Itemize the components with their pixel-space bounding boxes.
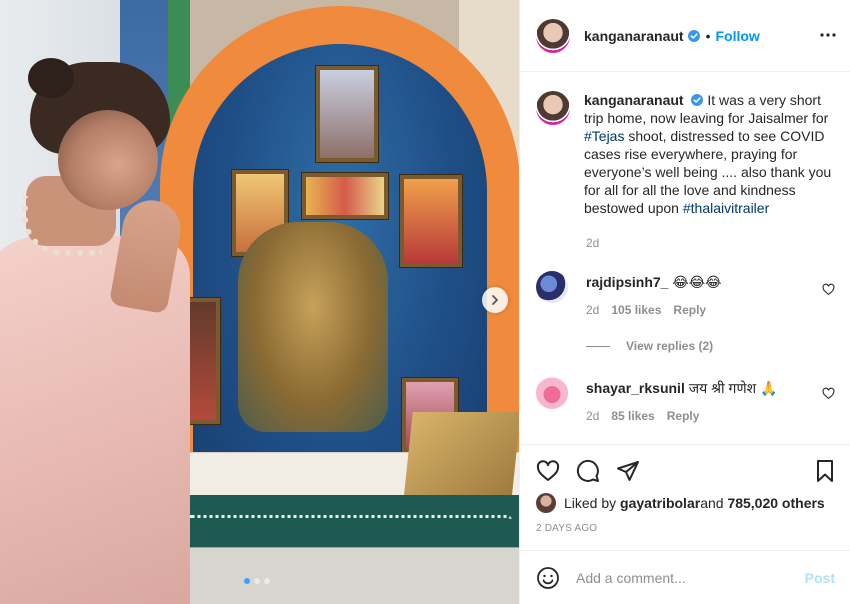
comment-username[interactable]: rajdipsinh7_ [586, 274, 668, 290]
comment-username[interactable]: shayar_rksunil [586, 380, 685, 396]
comment-icon[interactable] [576, 459, 600, 483]
post-comment-button[interactable]: Post [805, 570, 835, 586]
paper-plane-icon[interactable] [616, 459, 640, 483]
comment-item: rajdipsinh7_ 😂😂😂 2d 105 likes Reply [536, 271, 721, 317]
caption-timestamp[interactable]: 2d [586, 236, 599, 250]
comment-timestamp[interactable]: 2d [586, 303, 599, 317]
caption-text: kanganaranaut It was a very short trip h… [584, 91, 836, 217]
comment-like-heart-icon[interactable] [822, 387, 835, 400]
comment-likes[interactable]: 105 likes [611, 303, 661, 317]
comment-like-heart-icon[interactable] [822, 283, 835, 296]
add-comment-bar: Post [520, 550, 850, 604]
next-slide-button[interactable] [482, 287, 508, 313]
comment-item: shayar_rksunil जय श्री गणेश 🙏 2d 85 like… [536, 377, 777, 423]
comment-timestamp[interactable]: 2d [586, 409, 599, 423]
likes-count[interactable]: 785,020 others [727, 495, 824, 511]
post-photo[interactable] [0, 0, 519, 604]
likes-and: and [700, 495, 724, 511]
post-date[interactable]: 2 DAYS AGO [536, 523, 597, 534]
caption-username[interactable]: kanganaranaut [584, 92, 684, 108]
post-caption: kanganaranaut It was a very short trip h… [536, 91, 836, 217]
liker-username[interactable]: gayatribolar [620, 495, 700, 511]
avatar[interactable] [536, 377, 568, 409]
view-replies-label: View replies (2) [626, 339, 714, 353]
hashtag-link[interactable]: #Tejas [584, 128, 624, 144]
reply-button[interactable]: Reply [667, 409, 700, 423]
post-header: kanganaranaut • Follow [520, 0, 850, 72]
replies-divider [586, 345, 610, 347]
avatar[interactable] [536, 271, 568, 303]
likes-prefix: Liked by [564, 495, 617, 511]
author-username[interactable]: kanganaranaut [584, 28, 684, 44]
post-side-panel: kanganaranaut • Follow kanganaranaut It … [519, 0, 850, 604]
reply-button[interactable]: Reply [673, 303, 706, 317]
verified-badge-icon [687, 29, 700, 42]
liker-avatar[interactable] [536, 493, 556, 513]
follow-button[interactable]: Follow [716, 28, 760, 44]
separator-dot: • [705, 27, 711, 44]
photo-scene [0, 0, 519, 604]
avatar[interactable] [536, 91, 570, 125]
comment-input[interactable] [576, 569, 805, 586]
post-actions: Liked by gayatribolar and 785,020 others… [520, 444, 850, 550]
carousel-indicator [244, 578, 270, 584]
comment-text: 😂😂😂 [672, 274, 722, 290]
verified-badge-icon [691, 94, 704, 106]
carousel-dot [264, 578, 270, 584]
more-options-icon[interactable] [819, 26, 837, 44]
comment-text: जय श्री गणेश 🙏 [688, 380, 778, 396]
comments-section[interactable]: kanganaranaut It was a very short trip h… [520, 73, 850, 443]
emoji-icon[interactable] [536, 566, 560, 590]
likes-summary: Liked by gayatribolar and 785,020 others [536, 493, 825, 513]
carousel-dot [244, 578, 250, 584]
hashtag-link[interactable]: #thalaivitrailer [683, 200, 769, 216]
carousel-dot [254, 578, 260, 584]
heart-icon[interactable] [536, 459, 560, 483]
instagram-post: kanganaranaut • Follow kanganaranaut It … [0, 0, 850, 604]
bookmark-icon[interactable] [813, 459, 837, 483]
view-replies-button[interactable]: View replies (2) [586, 339, 713, 353]
chevron-right-icon [492, 295, 498, 305]
avatar[interactable] [536, 18, 570, 53]
comment-likes[interactable]: 85 likes [611, 409, 654, 423]
